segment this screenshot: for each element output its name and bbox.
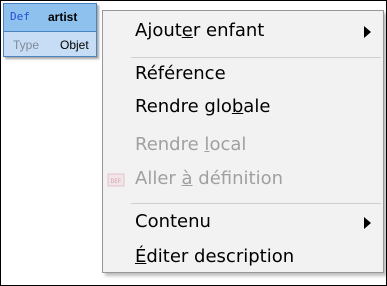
type-label: Type	[13, 38, 40, 52]
menu-item-contenu[interactable]: Contenu	[103, 206, 383, 238]
submenu-arrow-icon	[364, 217, 371, 229]
menu-item-label: Éditer description	[135, 246, 295, 267]
menu-item-aller-a-definition: DEF Aller à définition	[103, 163, 383, 195]
menu-item-rendre-local: Rendre local	[103, 129, 383, 161]
definition-name: artist	[48, 10, 78, 24]
menu-item-editer-description[interactable]: Éditer description	[103, 241, 383, 273]
submenu-arrow-icon	[364, 26, 371, 38]
menu-item-label: Aller à définition	[135, 168, 283, 189]
svg-text:DEF: DEF	[111, 178, 122, 185]
menu-item-rendre-globale[interactable]: Rendre globale	[103, 91, 383, 123]
menu-item-ajouter-enfant[interactable]: Ajouter enfant	[103, 15, 383, 47]
menu-item-label: Référence	[135, 63, 226, 84]
type-value: Objet	[60, 38, 89, 52]
menu-item-label: Rendre local	[135, 134, 247, 155]
context-menu: Ajouter enfant Référence Rendre globale …	[102, 10, 384, 273]
menu-item-reference[interactable]: Référence	[103, 58, 383, 90]
definition-node-header[interactable]: Def artist	[3, 3, 97, 32]
menu-item-label: Ajouter enfant	[135, 20, 265, 41]
definition-type-row[interactable]: Type Objet	[3, 32, 97, 57]
menu-separator	[131, 203, 381, 204]
definition-icon: DEF	[107, 173, 125, 187]
menu-item-label: Contenu	[135, 211, 211, 232]
definition-kind-label: Def	[10, 10, 30, 23]
definition-node[interactable]: Def artist Type Objet	[3, 3, 97, 57]
menu-item-label: Rendre globale	[135, 96, 271, 117]
canvas[interactable]: Def artist Type Objet Ajouter enfant Réf…	[0, 0, 387, 286]
